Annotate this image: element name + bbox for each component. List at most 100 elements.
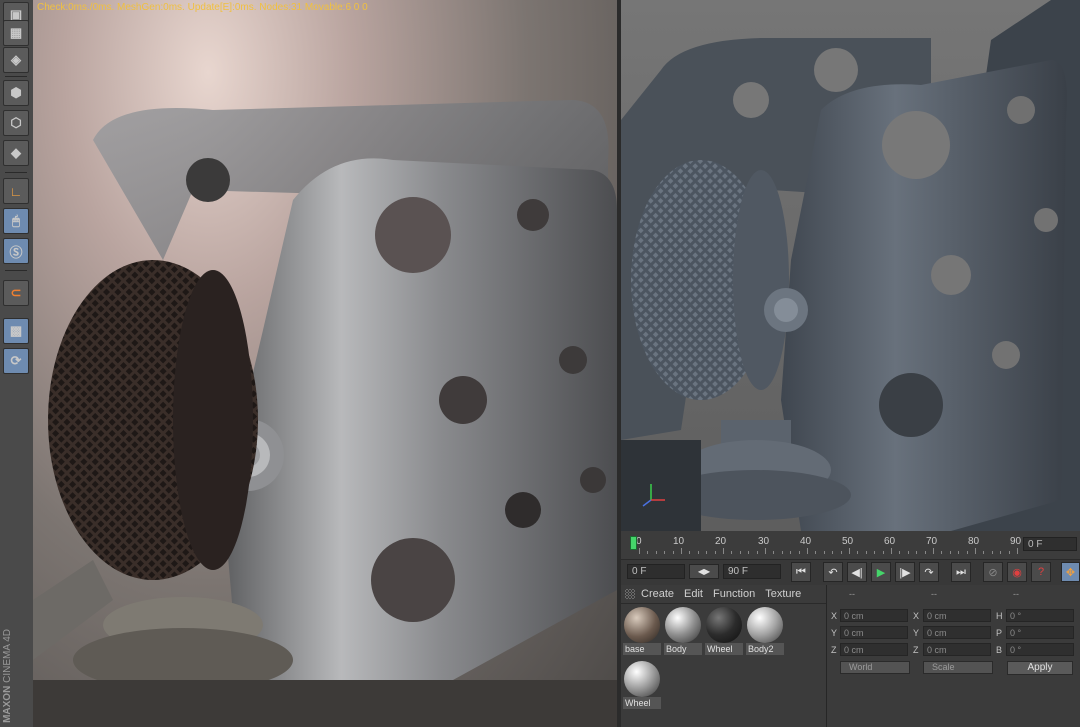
material-swatch[interactable]: Wheel — [623, 660, 661, 710]
ruler-tick — [739, 551, 741, 554]
timeline-ruler[interactable]: 0 10 20 30 40 50 60 70 80 90 — [627, 534, 1021, 554]
model-cube-icon[interactable]: ⬢ — [3, 80, 29, 106]
play-icon[interactable]: ▶ — [871, 562, 891, 582]
ruler-tick — [857, 551, 859, 554]
ruler-tick — [664, 551, 666, 554]
menu-texture[interactable]: Texture — [765, 588, 801, 600]
go-to-end-icon[interactable]: ⏭ — [951, 562, 971, 582]
ruler-tick — [748, 551, 750, 554]
coord-header: -- — [849, 589, 855, 599]
render-stats: Check:0ms./0ms. MeshGen:0ms. Update[E]:0… — [37, 2, 368, 13]
ruler-tick — [714, 551, 716, 554]
start-frame-field[interactable]: 0 F — [627, 564, 685, 579]
current-frame-field[interactable]: 0 F — [1023, 537, 1077, 551]
ruler-tick — [958, 551, 960, 554]
mouse-icon[interactable]: 🖱 — [3, 208, 29, 234]
next-frame-icon[interactable]: |▶ — [895, 562, 915, 582]
transform-mode-select[interactable]: Scale — [923, 661, 993, 674]
axis-label: B — [996, 645, 1003, 655]
coord-header: -- — [931, 589, 937, 599]
move-keys-icon[interactable]: ✥ — [1061, 562, 1080, 582]
ruler-tick — [815, 551, 817, 554]
ruler-tick — [647, 551, 649, 554]
editor-viewport[interactable] — [621, 0, 1080, 532]
prev-frame-icon[interactable]: ◀| — [847, 562, 867, 582]
menu-create[interactable]: Create — [641, 588, 674, 600]
ruler-tick — [916, 551, 918, 554]
object-cube-icon[interactable]: ⬡ — [3, 110, 29, 136]
ruler-tick — [933, 548, 934, 554]
ruler-tick — [991, 551, 993, 554]
ruler-tick — [790, 551, 792, 554]
position-y-field[interactable]: 0 cm — [840, 626, 908, 639]
magnet-icon[interactable]: ⊂ — [3, 280, 29, 306]
rotation-p-field[interactable]: 0 ° — [1006, 626, 1074, 639]
render-view[interactable]: Check:0ms./0ms. MeshGen:0ms. Update[E]:0… — [33, 0, 617, 727]
scale-x-field[interactable]: 0 cm — [923, 609, 991, 622]
ruler-tick — [655, 551, 657, 554]
material-label: Wheel — [705, 643, 743, 655]
ruler-tick — [983, 551, 985, 554]
ruler-tick — [798, 551, 800, 554]
axis-icon[interactable]: ∟ — [3, 178, 29, 204]
material-label: Body2 — [746, 643, 784, 655]
panel-grip-icon[interactable] — [625, 589, 635, 599]
ruler-tick — [706, 551, 708, 554]
polygon-cube-icon[interactable]: ◆ — [3, 140, 29, 166]
end-frame-field[interactable]: 90 F — [723, 564, 781, 579]
material-swatch[interactable]: Body2 — [746, 606, 784, 656]
record-key-icon[interactable]: ⊘ — [983, 562, 1003, 582]
tick-label: 70 — [926, 536, 938, 547]
material-menubar: Create Edit Function Texture — [621, 585, 826, 604]
checker-cube-icon[interactable]: ▦ — [3, 20, 29, 46]
rotation-h-field[interactable]: 0 ° — [1006, 609, 1074, 622]
prev-key-icon[interactable]: ↶ — [823, 562, 843, 582]
ruler-tick — [975, 548, 976, 554]
ruler-tick — [849, 548, 850, 554]
ruler-tick — [689, 551, 691, 554]
workplane-icon[interactable]: ⟳ — [3, 348, 29, 374]
next-key-icon[interactable]: ↷ — [919, 562, 939, 582]
ruler-tick — [924, 551, 926, 554]
scale-y-field[interactable]: 0 cm — [923, 626, 991, 639]
ruler-tick — [899, 551, 901, 554]
ruler-tick — [765, 548, 766, 554]
plane-icon[interactable]: ◈ — [3, 47, 29, 73]
menu-function[interactable]: Function — [713, 588, 755, 600]
scale-z-field[interactable]: 0 cm — [923, 643, 991, 656]
ruler-tick — [840, 551, 842, 554]
rotation-b-field[interactable]: 0 ° — [1006, 643, 1074, 656]
ruler-tick — [723, 548, 724, 554]
ruler-tick — [891, 548, 892, 554]
render-image — [33, 100, 617, 727]
axis-label: Y — [913, 628, 920, 638]
coordinate-space-select[interactable]: World — [840, 661, 910, 674]
playhead-handle[interactable] — [630, 536, 637, 550]
snap-s-icon[interactable]: Ⓢ — [3, 238, 29, 264]
ruler-tick — [865, 551, 867, 554]
ruler-tick — [1017, 548, 1018, 554]
viewport-model — [621, 0, 1080, 531]
material-swatch[interactable]: Wheel — [705, 606, 743, 656]
left-toolbar: ▣ ▦ ◈ ⬢ ⬡ ◆ ∟ 🖱 Ⓢ ⊂ ▩ ⟳ MAXON CINEMA 4D — [0, 0, 34, 727]
autokey-icon[interactable]: ◉ — [1007, 562, 1027, 582]
tick-label: 40 — [800, 536, 812, 547]
ruler-tick — [832, 551, 834, 554]
menu-edit[interactable]: Edit — [684, 588, 703, 600]
position-x-field[interactable]: 0 cm — [840, 609, 908, 622]
range-slider-button[interactable]: ◀▶ — [689, 564, 719, 579]
apply-button[interactable]: Apply — [1007, 661, 1073, 675]
ruler-tick — [781, 551, 783, 554]
ruler-tick — [681, 548, 682, 554]
lock-grid-icon[interactable]: ▩ — [3, 318, 29, 344]
ruler-tick — [907, 551, 909, 554]
go-to-start-icon[interactable]: ⏮ — [791, 562, 811, 582]
ruler-tick — [949, 551, 951, 554]
position-z-field[interactable]: 0 cm — [840, 643, 908, 656]
timeline[interactable]: 0 10 20 30 40 50 60 70 80 90 0 F — [621, 531, 1080, 559]
material-swatch[interactable]: Body — [664, 606, 702, 656]
ruler-tick — [773, 551, 775, 554]
help-icon[interactable]: ? — [1031, 562, 1051, 582]
tick-label: 60 — [884, 536, 896, 547]
material-swatch[interactable]: base — [623, 606, 661, 656]
